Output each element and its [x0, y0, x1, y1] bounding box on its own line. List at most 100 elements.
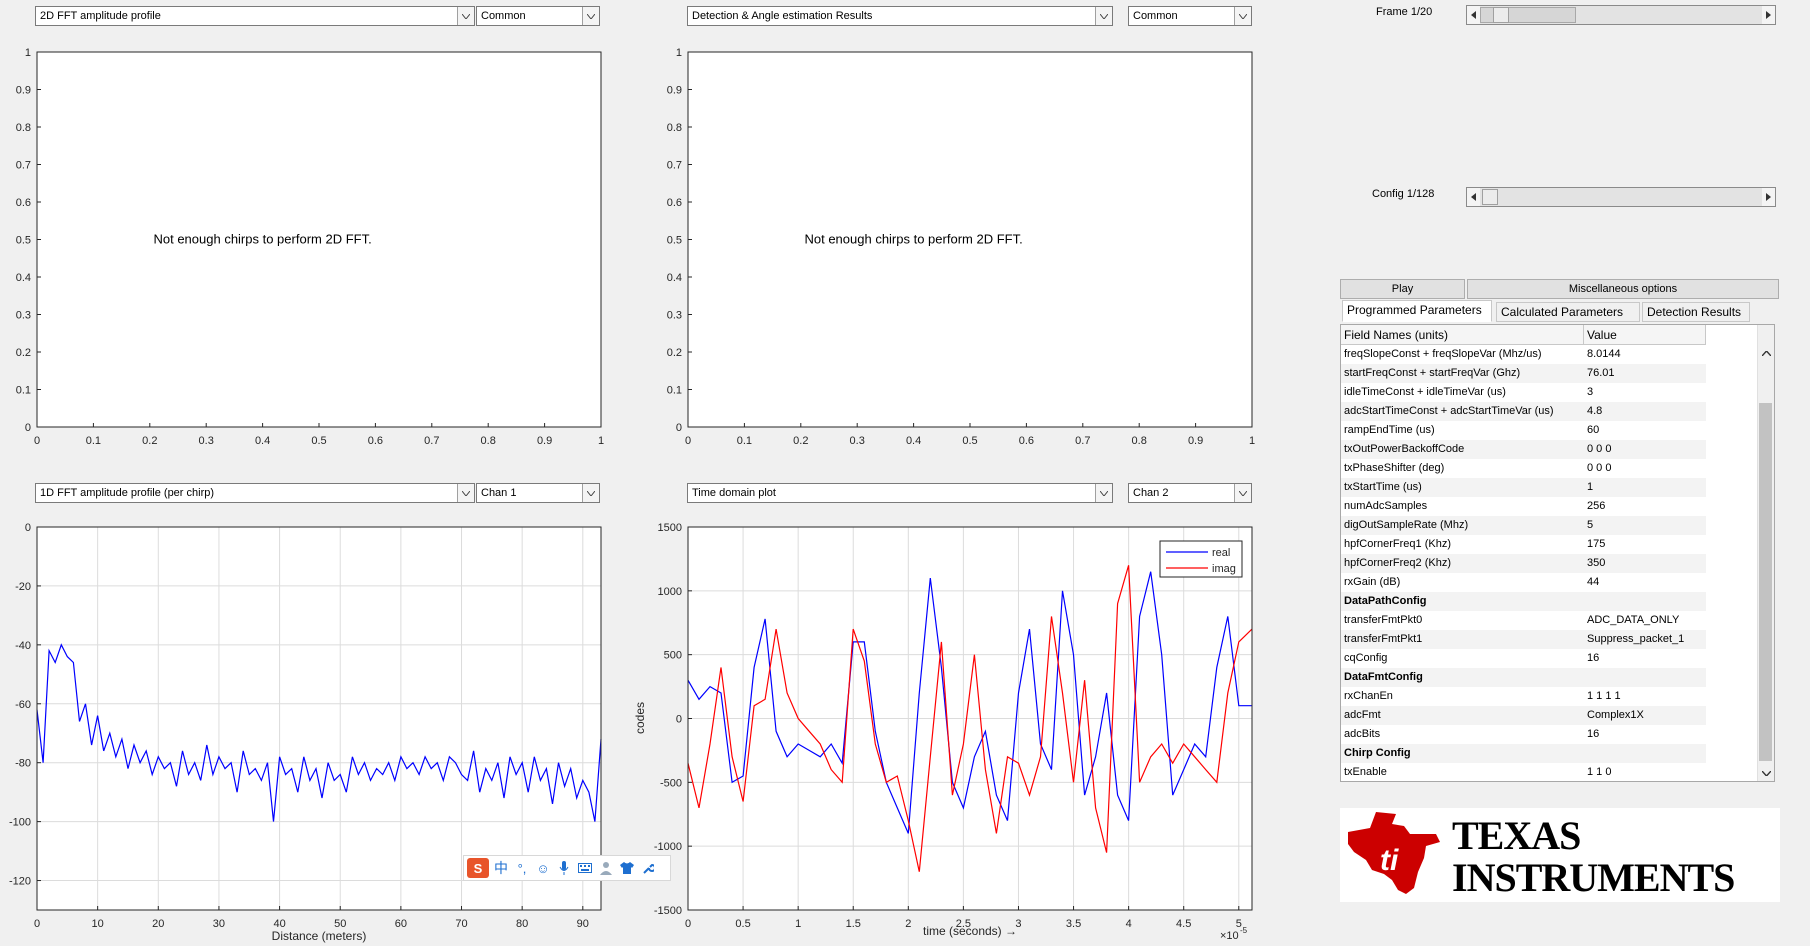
channel-dropdown-bottom-right[interactable]: Chan 2 [1128, 483, 1252, 503]
x-tick-label: 4.5 [1176, 918, 1191, 930]
x-tick-label: 0.1 [737, 435, 752, 447]
table-cell-value: 3 [1587, 386, 1594, 398]
table-row[interactable]: hpfCornerFreq2 (Khz) 350 [1341, 554, 1706, 573]
table-cell-value: 256 [1587, 500, 1606, 512]
x-tick-label: 3.5 [1066, 918, 1081, 930]
x-tick-label: 0 [34, 435, 40, 447]
table-row[interactable]: rampEndTime (us) 60 [1341, 421, 1706, 440]
dropdown-value: Common [481, 10, 526, 22]
table-cell-field: freqSlopeConst + freqSlopeVar (Mhz/us) [1344, 348, 1542, 360]
left-arrow-icon[interactable] [1467, 6, 1480, 24]
plot-type-dropdown-top-left[interactable]: 2D FFT amplitude profile [35, 6, 475, 26]
y-tick-label: 0.3 [667, 310, 682, 322]
y-axis-label: codes [633, 702, 647, 734]
table-row[interactable]: Chirp Config [1341, 744, 1706, 763]
chevron-down-icon [1234, 7, 1251, 25]
tab-programmed-parameters[interactable]: Programmed Parameters [1342, 300, 1492, 322]
x-tick-label: 0.5 [311, 435, 326, 447]
config-slider[interactable] [1466, 187, 1776, 207]
chevron-down-icon [582, 7, 599, 25]
x-tick-label: 0 [685, 435, 691, 447]
table-row[interactable]: txOutPowerBackoffCode 0 0 0 [1341, 440, 1706, 459]
table-cell-value: 5 [1587, 519, 1594, 531]
y-tick-label: 0.9 [667, 85, 682, 97]
table-cell-field: adcFmt [1344, 709, 1381, 721]
config-slider-thumb[interactable] [1482, 189, 1499, 205]
dropdown-value: 2D FFT amplitude profile [40, 10, 161, 22]
plot-type-dropdown-bottom-right[interactable]: Time domain plot [687, 483, 1113, 503]
left-arrow-icon[interactable] [1467, 188, 1480, 206]
channel-dropdown-bottom-left[interactable]: Chan 1 [476, 483, 600, 503]
x-axis-exponent: ×10 [1220, 930, 1239, 942]
table-row[interactable]: cqConfig 16 [1341, 649, 1706, 668]
channel-dropdown-top-right[interactable]: Common [1128, 6, 1252, 26]
table-row[interactable]: transferFmtPkt0 ADC_DATA_ONLY [1341, 611, 1706, 630]
wrench-icon[interactable] [639, 859, 657, 877]
scrollbar-thumb[interactable] [1759, 403, 1772, 761]
frame-slider[interactable] [1466, 5, 1776, 25]
frame-slider-thumb[interactable] [1493, 7, 1510, 23]
y-tick-label: 500 [664, 650, 682, 662]
table-cell-field: transferFmtPkt1 [1344, 633, 1423, 645]
punctuation-icon[interactable]: °, [513, 859, 531, 877]
x-axis-label: time (seconds) → [923, 924, 1017, 938]
table-cell-field: hpfCornerFreq1 (Khz) [1344, 538, 1451, 550]
microphone-icon[interactable] [555, 859, 573, 877]
table-row[interactable]: transferFmtPkt1 Suppress_packet_1 [1341, 630, 1706, 649]
table-row[interactable]: txStartTime (us) 1 [1341, 478, 1706, 497]
y-tick-label: -1500 [654, 905, 682, 917]
right-arrow-icon[interactable] [1762, 188, 1775, 206]
legend-label-imag: imag [1212, 563, 1236, 575]
table-row[interactable]: rxChanEn 1 1 1 1 [1341, 687, 1706, 706]
table-row[interactable]: DataPathConfig [1341, 592, 1706, 611]
table-row[interactable]: freqSlopeConst + freqSlopeVar (Mhz/us) 8.… [1341, 345, 1706, 364]
emoji-icon[interactable]: ☺ [534, 859, 552, 877]
y-tick-label: 0.5 [16, 235, 31, 247]
misc-options-button[interactable]: Miscellaneous options [1467, 279, 1779, 299]
right-arrow-icon[interactable] [1762, 6, 1775, 24]
play-button[interactable]: Play [1340, 279, 1465, 299]
table-row[interactable]: idleTimeConst + idleTimeVar (us) 3 [1341, 383, 1706, 402]
logo-text-line1: TEXAS [1452, 813, 1581, 858]
channel-dropdown-top-left[interactable]: Common [476, 6, 600, 26]
scroll-down-icon[interactable] [1758, 765, 1774, 781]
y-tick-label: -120 [9, 876, 31, 888]
table-row[interactable]: txPhaseShifter (deg) 0 0 0 [1341, 459, 1706, 478]
keyboard-icon[interactable] [576, 859, 594, 877]
sogou-logo-icon[interactable]: S [467, 858, 489, 878]
table-row[interactable]: rxGain (dB) 44 [1341, 573, 1706, 592]
table-cell-field: rxGain (dB) [1344, 576, 1401, 588]
ime-toolbar[interactable]: S 中 °, ☺ [463, 855, 671, 881]
y-tick-label: 0.4 [667, 272, 682, 284]
x-tick-label: 20 [152, 918, 164, 930]
tab-calculated-parameters[interactable]: Calculated Parameters [1496, 302, 1640, 322]
dropdown-value: Chan 1 [481, 487, 517, 499]
plot-type-dropdown-top-right[interactable]: Detection & Angle estimation Results [687, 6, 1113, 26]
table-row[interactable]: DataFmtConfig [1341, 668, 1706, 687]
table-row[interactable]: txEnable 1 1 0 [1341, 763, 1706, 781]
table-row[interactable]: adcBits 16 [1341, 725, 1706, 744]
y-tick-label: 0.8 [16, 122, 31, 134]
table-row[interactable]: startFreqConst + startFreqVar (Ghz) 76.01 [1341, 364, 1706, 383]
table-row[interactable]: adcFmt Complex1X [1341, 706, 1706, 725]
x-tick-label: 0.3 [850, 435, 865, 447]
table-row[interactable]: hpfCornerFreq1 (Khz) 175 [1341, 535, 1706, 554]
scroll-up-icon[interactable] [1758, 345, 1774, 361]
table-cell-value: 60 [1587, 424, 1600, 436]
table-row[interactable]: adcStartTimeConst + adcStartTimeVar (us)… [1341, 402, 1706, 421]
table-cell-field: adcBits [1344, 728, 1381, 740]
chinese-mode-icon[interactable]: 中 [492, 859, 510, 877]
table-cell-value: 0 0 0 [1587, 462, 1612, 474]
column-header-field[interactable]: Field Names (units) [1341, 325, 1584, 345]
tab-detection-results[interactable]: Detection Results [1642, 302, 1750, 322]
plot-type-dropdown-bottom-left[interactable]: 1D FFT amplitude profile (per chirp) [35, 483, 475, 503]
table-row[interactable]: numAdcSamples 256 [1341, 497, 1706, 516]
skin-shirt-icon[interactable] [618, 859, 636, 877]
frame-label: Frame 1/20 [1376, 6, 1433, 18]
column-header-value[interactable]: Value [1584, 325, 1706, 345]
table-scrollbar[interactable] [1757, 325, 1774, 781]
table-row[interactable]: digOutSampleRate (Mhz) 5 [1341, 516, 1706, 535]
table-cell-value: 44 [1587, 576, 1600, 588]
user-icon[interactable] [597, 859, 615, 877]
x-tick-label: 0 [34, 918, 40, 930]
